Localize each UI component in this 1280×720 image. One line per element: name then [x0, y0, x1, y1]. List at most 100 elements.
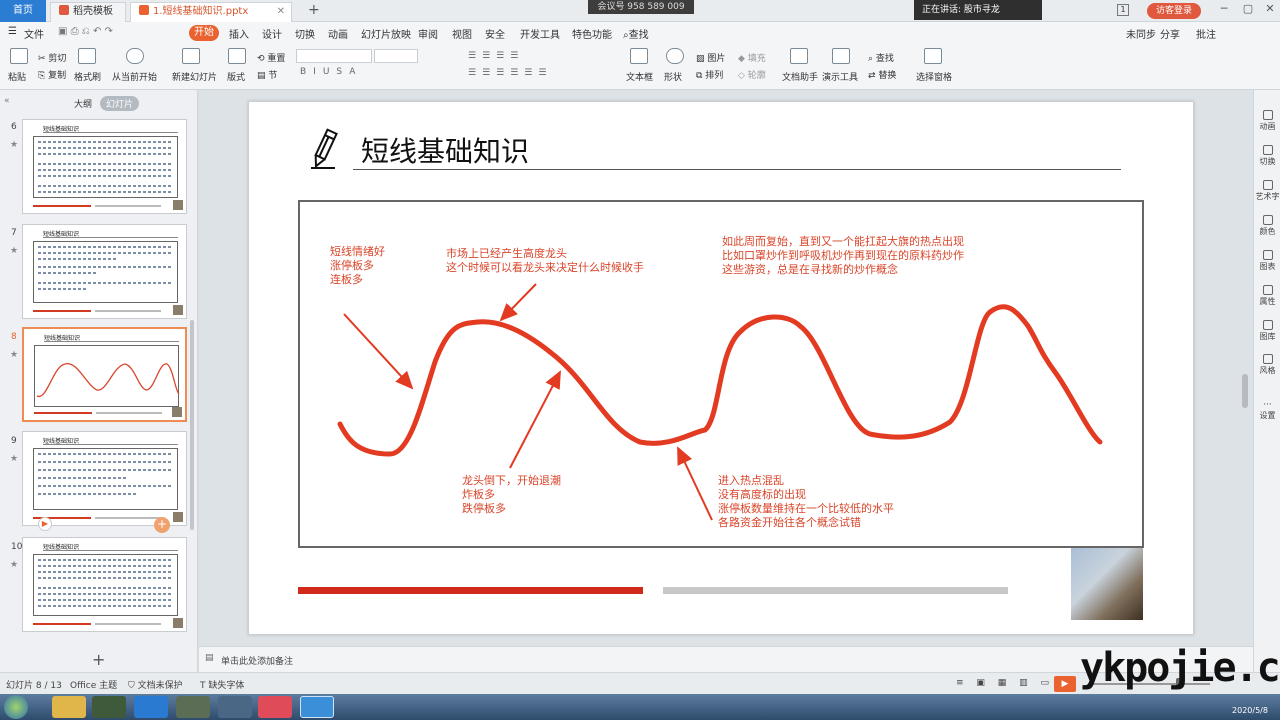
- menu-comment[interactable]: 批注: [1196, 26, 1216, 41]
- presentation-tools-icon[interactable]: [832, 48, 850, 64]
- select-pane-icon[interactable]: [924, 48, 942, 64]
- slide-thumbnail-8[interactable]: 短线基础知识: [22, 327, 187, 422]
- outline-button[interactable]: ◇ 轮廓: [738, 68, 766, 81]
- play-slideshow-icon[interactable]: ▶: [1054, 676, 1076, 692]
- add-after-icon[interactable]: +: [154, 517, 170, 533]
- layout-icon[interactable]: [228, 48, 246, 64]
- new-tab-button[interactable]: +: [300, 2, 328, 22]
- view-mode-buttons[interactable]: ≡ ▣ ▦ ▥ ▭: [956, 678, 1054, 688]
- slide-thumbnail-9[interactable]: 短线基础知识: [22, 431, 187, 526]
- rail-style[interactable]: 风格: [1254, 354, 1280, 376]
- thumbnail-scrollbar[interactable]: [190, 320, 194, 530]
- arrange-button[interactable]: ⧉ 排列: [696, 68, 723, 81]
- missing-font-status[interactable]: T 缺失字体: [200, 678, 244, 691]
- slide-thumbnail-6[interactable]: 短线基础知识: [22, 119, 187, 214]
- explorer-icon[interactable]: [52, 696, 86, 718]
- cut-button[interactable]: ✂ 剪切: [38, 51, 66, 64]
- find-button[interactable]: ⌕ 查找: [868, 51, 894, 64]
- menu-design[interactable]: 设计: [262, 26, 282, 41]
- reset-button[interactable]: ⟲ 重置: [257, 51, 285, 64]
- menu-home[interactable]: 开始: [189, 25, 219, 41]
- slide-thumbnail-10[interactable]: 短线基础知识: [22, 537, 187, 632]
- doc-assistant-icon[interactable]: [790, 48, 808, 64]
- play-from-current-icon[interactable]: [126, 48, 144, 64]
- font-size-select[interactable]: [374, 49, 418, 63]
- menu-view[interactable]: 视图: [452, 26, 472, 41]
- text-box-button[interactable]: 文本框: [626, 70, 653, 83]
- menu-devtools[interactable]: 开发工具: [520, 26, 560, 41]
- slide-title[interactable]: 短线基础知识: [361, 130, 529, 170]
- close-window-icon[interactable]: ✕: [1260, 2, 1280, 18]
- hamburger-icon[interactable]: ☰: [8, 26, 17, 37]
- tab-home[interactable]: 首页: [0, 0, 46, 22]
- rail-properties[interactable]: 属性: [1254, 285, 1280, 307]
- align-buttons[interactable]: ☰☰☰☰☰☰: [468, 68, 552, 78]
- protection-status[interactable]: ⛉ 文档未保护: [128, 678, 183, 691]
- app-icon[interactable]: [176, 696, 210, 718]
- text-box-icon[interactable]: [630, 48, 648, 64]
- tab-template[interactable]: 稻壳模板: [50, 2, 126, 22]
- notes-placeholder[interactable]: 单击此处添加备注: [221, 654, 293, 667]
- app-icon[interactable]: [92, 696, 126, 718]
- presentation-tools-button[interactable]: 演示工具: [822, 70, 858, 83]
- maximize-icon[interactable]: ▢: [1238, 2, 1258, 18]
- theme-name[interactable]: Office 主题: [70, 678, 117, 691]
- paste-icon[interactable]: [10, 48, 28, 64]
- new-slide-button[interactable]: 新建幻灯片: [172, 70, 217, 83]
- menu-review[interactable]: 审阅: [418, 26, 438, 41]
- add-slide-button[interactable]: +: [92, 650, 105, 669]
- fill-button[interactable]: ◆ 填充: [738, 51, 766, 64]
- select-pane-button[interactable]: 选择窗格: [916, 70, 952, 83]
- meeting-app-icon[interactable]: [134, 696, 168, 718]
- rail-gallery[interactable]: 图库: [1254, 320, 1280, 342]
- app-icon[interactable]: [258, 696, 292, 718]
- close-tab-icon[interactable]: ✕: [277, 3, 285, 21]
- content-frame[interactable]: 短线情绪好 涨停板多 连板多 市场上已经产生高度龙头 这个时候可以看龙头来决定什…: [298, 200, 1144, 548]
- menu-animation[interactable]: 动画: [328, 26, 348, 41]
- rail-wordart[interactable]: 艺术字: [1254, 180, 1280, 202]
- menu-features[interactable]: 特色功能: [572, 26, 612, 41]
- minimize-icon[interactable]: ─: [1214, 2, 1234, 18]
- picture-button[interactable]: ▨ 图片: [696, 51, 725, 64]
- from-current-button[interactable]: 从当前开始: [112, 70, 157, 83]
- windows-start-icon[interactable]: [4, 695, 28, 719]
- paste-button[interactable]: 粘贴: [8, 70, 26, 83]
- quick-access-icons[interactable]: ▣ ⎙ ⎌ ↶ ↷: [58, 26, 113, 37]
- new-slide-icon[interactable]: [182, 48, 200, 64]
- menu-insert[interactable]: 插入: [229, 26, 249, 41]
- canvas-scrollbar[interactable]: [1242, 374, 1248, 408]
- layout-button[interactable]: 版式: [227, 70, 245, 83]
- menu-security[interactable]: 安全: [485, 26, 505, 41]
- paragraph-buttons[interactable]: ☰☰☰☰: [468, 51, 524, 61]
- system-clock[interactable]: 2020/5/8: [1222, 696, 1278, 716]
- play-slide-icon[interactable]: ▶: [38, 517, 52, 531]
- menu-slideshow[interactable]: 幻灯片放映: [361, 26, 411, 41]
- rail-settings[interactable]: ··· 设置: [1254, 400, 1280, 421]
- font-style-buttons[interactable]: BIUSA: [300, 67, 362, 77]
- section-button[interactable]: ▤ 节: [257, 68, 277, 81]
- visitor-login-button[interactable]: 访客登录: [1147, 3, 1201, 19]
- wps-icon[interactable]: [300, 696, 334, 718]
- format-painter-icon[interactable]: [78, 48, 96, 64]
- tab-document[interactable]: 1.短线基础知识.pptx ✕: [130, 2, 292, 22]
- rail-color[interactable]: 颜色: [1254, 215, 1280, 237]
- rail-animation[interactable]: 动画: [1254, 110, 1280, 132]
- replace-button[interactable]: ⇄ 替换: [868, 68, 896, 81]
- menu-share[interactable]: 分享: [1160, 26, 1180, 41]
- rail-chart[interactable]: 图表: [1254, 250, 1280, 272]
- shape-icon[interactable]: [666, 48, 684, 64]
- menu-search[interactable]: ⌕查找: [623, 26, 649, 41]
- menu-transition[interactable]: 切换: [295, 26, 315, 41]
- menu-file[interactable]: 文件: [24, 26, 44, 41]
- shape-button[interactable]: 形状: [664, 70, 682, 83]
- copy-button[interactable]: ⎘ 复制: [38, 68, 66, 81]
- doc-assistant-button[interactable]: 文档助手: [782, 70, 818, 83]
- slide[interactable]: 短线基础知识 短线情绪好 涨停板多 连板多 市场上已经产生高度龙头 这个时候可以…: [248, 101, 1194, 635]
- rail-transition[interactable]: 切换: [1254, 145, 1280, 167]
- presenter-photo[interactable]: [1071, 548, 1143, 620]
- browser-icon[interactable]: [218, 696, 252, 718]
- format-painter-button[interactable]: 格式刷: [74, 70, 101, 83]
- menu-unsynced[interactable]: 未同步: [1126, 26, 1156, 41]
- slide-thumbnail-7[interactable]: 短线基础知识: [22, 224, 187, 319]
- font-name-select[interactable]: [296, 49, 372, 63]
